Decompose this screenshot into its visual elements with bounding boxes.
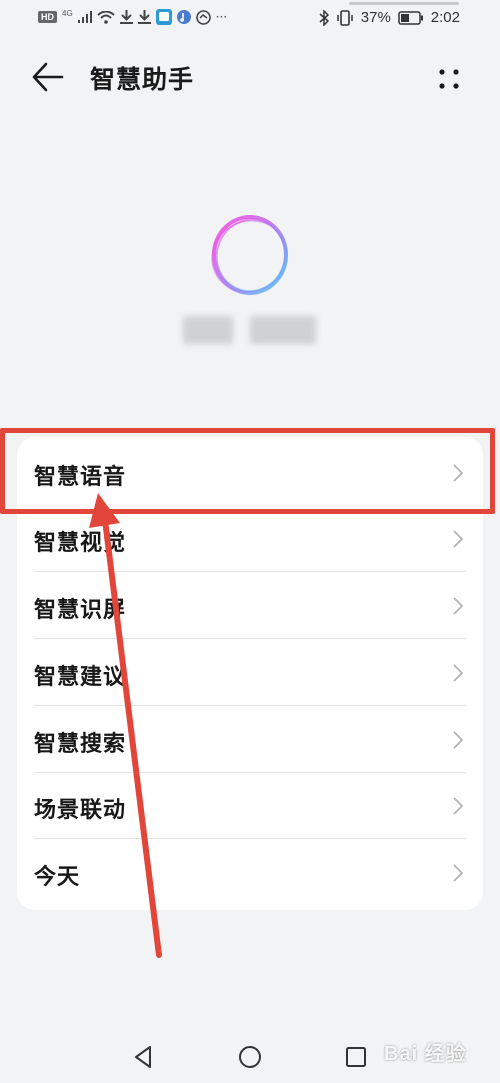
- nav-home-icon[interactable]: [236, 1043, 264, 1071]
- music-app-icon: [176, 10, 191, 24]
- chevron-right-icon: [453, 597, 463, 615]
- download-icon: [119, 10, 133, 24]
- status-right-group: 37% 2:02: [319, 9, 460, 26]
- page-title: 智慧助手: [90, 65, 195, 94]
- menu-item-smart-suggestions[interactable]: 智慧建议: [17, 639, 483, 706]
- chevron-right-icon: [453, 864, 463, 882]
- status-time: 2:02: [430, 9, 460, 26]
- menu-item-scene-linkage[interactable]: 场景联动: [17, 772, 483, 839]
- bluetooth-icon: [319, 9, 329, 26]
- menu-item-smart-search[interactable]: 智慧搜索: [17, 706, 483, 773]
- battery-icon: [398, 10, 423, 25]
- menu-item-label: 今天: [34, 865, 81, 890]
- more-notifications-text: ···: [215, 10, 228, 24]
- menu-item-label: 场景联动: [34, 798, 127, 823]
- download-icon: [137, 10, 151, 24]
- hd-badge: HD: [38, 11, 57, 23]
- app-header: 智慧助手: [0, 52, 500, 102]
- chevron-right-icon: [453, 731, 463, 749]
- blurred-name-block: [250, 316, 316, 344]
- menu-item-today[interactable]: 今天: [17, 839, 483, 906]
- watermark-text: Bai 经验: [384, 1043, 467, 1065]
- menu-item-label: 智慧语音: [34, 465, 127, 490]
- blurred-name-block: [183, 316, 233, 344]
- chevron-right-icon: [453, 664, 463, 682]
- vibrate-icon: [337, 9, 353, 26]
- status-bar: HD 4G ··· 37% 2:02: [0, 0, 500, 38]
- menu-item-smart-screen-recognition[interactable]: 智慧识屏: [17, 572, 483, 639]
- wifi-icon: [97, 10, 115, 24]
- network-type-label: 4G: [62, 8, 73, 18]
- status-left-group: HD 4G ···: [38, 9, 227, 25]
- chevron-right-icon: [453, 797, 463, 815]
- menu-item-smart-voice[interactable]: 智慧语音: [17, 439, 483, 506]
- menu-item-label: 智慧视觉: [34, 531, 127, 556]
- menu-item-smart-vision[interactable]: 智慧视觉: [17, 505, 483, 572]
- status-indicator-pill: [349, 2, 459, 5]
- more-dots-icon: [439, 69, 459, 89]
- app-notification-icon: [195, 9, 211, 25]
- assistant-logo-icon: [211, 215, 288, 295]
- signal-icon: [77, 11, 92, 23]
- nav-back-icon[interactable]: [130, 1043, 158, 1071]
- menu-item-label: 智慧识屏: [34, 598, 127, 623]
- battery-percentage: 37%: [360, 9, 391, 26]
- back-arrow-icon: [32, 62, 64, 92]
- nav-recents-icon[interactable]: [342, 1043, 370, 1071]
- more-options-button[interactable]: [432, 64, 466, 94]
- menu-item-label: 智慧建议: [34, 665, 127, 690]
- chevron-right-icon: [453, 530, 463, 548]
- chevron-right-icon: [453, 464, 463, 482]
- back-button[interactable]: [30, 60, 70, 94]
- settings-menu-card: 智慧语音 智慧视觉 智慧识屏 智慧建议 智慧搜索 场景联动 今天: [17, 437, 483, 910]
- menu-item-label: 智慧搜索: [34, 732, 127, 757]
- app-notification-icon: [155, 9, 172, 25]
